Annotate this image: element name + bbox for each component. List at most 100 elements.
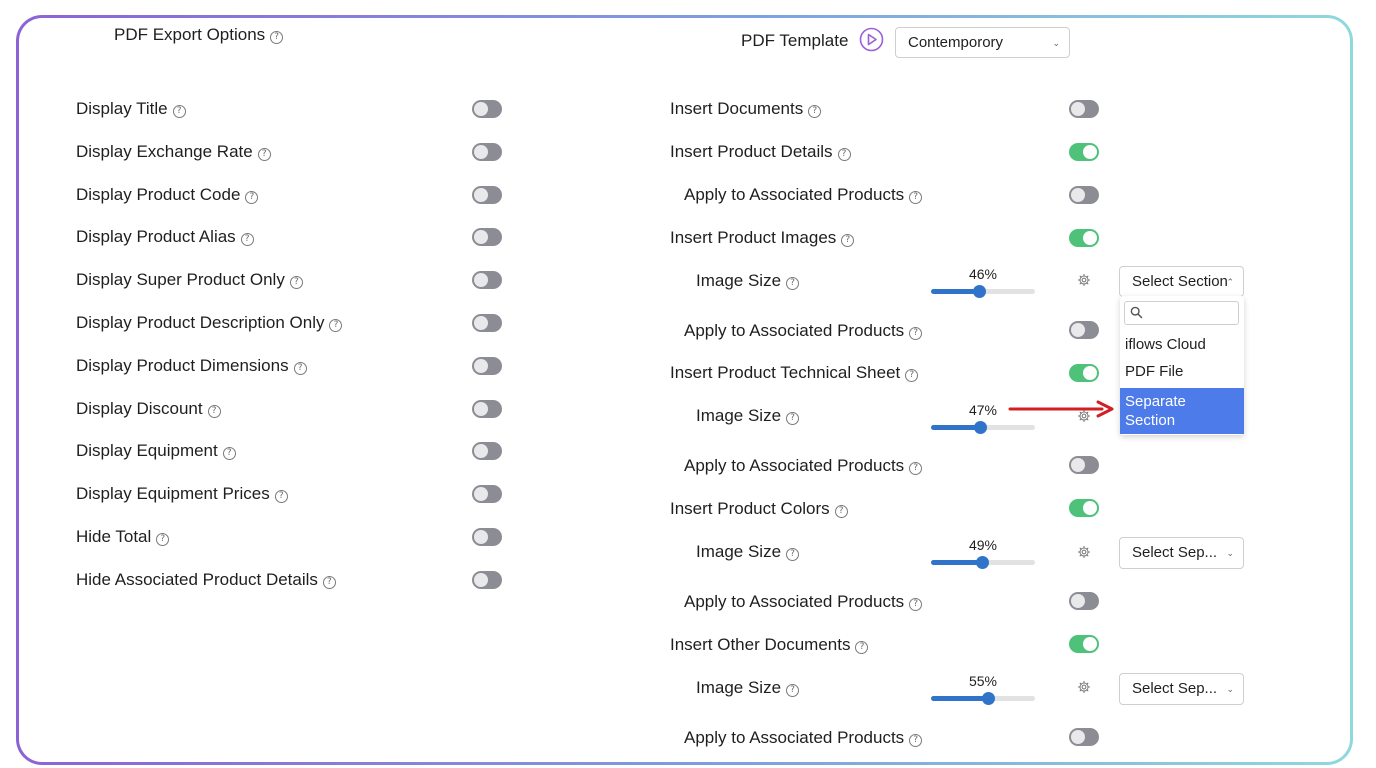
help-icon[interactable]: ? xyxy=(222,447,236,461)
search-icon xyxy=(1130,306,1143,319)
help-icon[interactable]: ? xyxy=(172,105,186,118)
slider-thumb[interactable] xyxy=(975,556,989,569)
insert-technical-sheet-toggle[interactable] xyxy=(1069,364,1099,382)
slider-thumb[interactable] xyxy=(972,285,986,298)
hide-total-toggle[interactable] xyxy=(472,528,502,546)
help-icon[interactable]: ? xyxy=(909,327,923,340)
help-icon[interactable]: ? xyxy=(786,684,800,697)
display-product-alias-label: Display Product Alias? xyxy=(76,227,254,247)
help-icon[interactable]: ? xyxy=(274,490,288,504)
dropdown-option-pdf-file[interactable]: PDF File xyxy=(1125,363,1183,380)
chevron-down-icon: ⌄ xyxy=(1052,38,1060,48)
help-icon[interactable]: ? xyxy=(855,641,869,654)
help-icon[interactable]: ? xyxy=(808,105,822,118)
help-icon[interactable]: ? xyxy=(245,190,259,204)
apply-associated-toggle[interactable] xyxy=(1069,592,1099,610)
chevron-down-icon: ⌄ xyxy=(1226,548,1234,558)
help-icon[interactable]: ? xyxy=(909,598,923,611)
help-icon[interactable]: ? xyxy=(834,505,848,518)
help-icon[interactable]: ? xyxy=(909,191,923,204)
display-equipment-prices-toggle[interactable] xyxy=(472,485,502,504)
apply-associated-label: Apply to Associated Products? xyxy=(684,592,923,612)
image-size-value: 47% xyxy=(968,402,998,418)
display-discount-toggle[interactable] xyxy=(472,399,502,418)
display-exchange-rate-toggle[interactable] xyxy=(472,142,502,161)
help-icon[interactable]: ? xyxy=(786,548,800,561)
apply-associated-label: Apply to Associated Products? xyxy=(684,185,923,205)
chevron-up-icon: ⌃ xyxy=(1226,277,1234,287)
help-icon[interactable]: ? xyxy=(329,319,343,332)
play-icon[interactable] xyxy=(859,27,884,52)
help-icon[interactable]: ? xyxy=(786,412,800,425)
image-size-slider[interactable] xyxy=(931,690,1035,706)
help-icon[interactable]: ? xyxy=(837,148,851,161)
gear-icon[interactable] xyxy=(1077,545,1091,559)
insert-technical-sheet-label: Insert Product Technical Sheet? xyxy=(670,363,919,383)
help-icon[interactable]: ? xyxy=(841,234,855,247)
help-icon[interactable]: ? xyxy=(905,369,919,382)
chevron-down-icon: ⌄ xyxy=(1226,684,1234,694)
display-super-product-only-label: Display Super Product Only? xyxy=(76,270,303,290)
display-product-dimensions-toggle[interactable] xyxy=(472,356,502,375)
slider-thumb[interactable] xyxy=(973,421,987,434)
help-icon[interactable]: ? xyxy=(909,462,923,475)
apply-associated-label: Apply to Associated Products? xyxy=(684,456,923,476)
insert-product-images-toggle[interactable] xyxy=(1069,229,1099,247)
pdf-export-options-title: PDF Export Options? xyxy=(114,25,284,45)
insert-product-colors-toggle[interactable] xyxy=(1069,499,1099,517)
section-select[interactable]: Select Sep... ⌄ xyxy=(1119,537,1244,569)
display-equipment-toggle[interactable] xyxy=(472,442,502,461)
display-title-toggle[interactable] xyxy=(472,100,502,118)
dropdown-option-iflows-cloud[interactable]: iflows Cloud xyxy=(1125,336,1206,353)
hide-associated-product-details-toggle[interactable] xyxy=(472,570,502,589)
display-product-dimensions-label: Display Product Dimensions? xyxy=(76,356,307,376)
insert-other-documents-label: Insert Other Documents? xyxy=(670,635,869,655)
display-product-description-only-label: Display Product Description Only? xyxy=(76,313,343,333)
image-size-label: Image Size? xyxy=(696,406,800,426)
help-icon[interactable]: ? xyxy=(289,276,303,290)
display-product-code-toggle[interactable] xyxy=(472,185,502,204)
slider-thumb[interactable] xyxy=(982,692,996,705)
gear-icon[interactable] xyxy=(1077,680,1091,694)
display-product-alias-toggle[interactable] xyxy=(472,228,502,247)
pdf-template-select[interactable]: Contemporory ⌄ xyxy=(895,27,1070,58)
display-exchange-rate-label: Display Exchange Rate? xyxy=(76,142,271,162)
help-icon[interactable]: ? xyxy=(909,734,923,747)
insert-documents-label: Insert Documents? xyxy=(670,99,822,119)
image-size-slider[interactable] xyxy=(931,419,1035,435)
section-dropdown-menu: iflows Cloud PDF File Separate Section xyxy=(1120,296,1244,435)
section-select[interactable]: Select Sep... ⌄ xyxy=(1119,673,1244,705)
insert-product-details-toggle[interactable] xyxy=(1069,143,1099,161)
help-icon[interactable]: ? xyxy=(322,575,336,589)
hide-total-label: Hide Total? xyxy=(76,527,170,547)
apply-associated-toggle[interactable] xyxy=(1069,456,1099,474)
help-icon[interactable]: ? xyxy=(293,361,307,375)
display-product-description-only-toggle[interactable] xyxy=(472,314,502,332)
display-title-label: Display Title? xyxy=(76,99,186,119)
section-select-open[interactable]: Select Section ⌃ xyxy=(1119,266,1244,297)
image-size-value: 55% xyxy=(968,673,998,689)
dropdown-option-separate-section[interactable]: Separate Section xyxy=(1120,388,1244,434)
apply-associated-toggle[interactable] xyxy=(1069,186,1099,204)
help-icon[interactable]: ? xyxy=(786,277,800,290)
apply-associated-toggle[interactable] xyxy=(1069,728,1099,746)
help-icon[interactable]: ? xyxy=(270,31,284,44)
dropdown-search-input[interactable] xyxy=(1124,301,1239,325)
gear-icon[interactable] xyxy=(1077,273,1091,287)
image-size-label: Image Size? xyxy=(696,678,800,698)
help-icon[interactable]: ? xyxy=(156,533,170,546)
insert-product-images-label: Insert Product Images? xyxy=(670,228,855,248)
display-super-product-only-toggle[interactable] xyxy=(472,271,502,290)
pdf-template-label: PDF Template xyxy=(741,31,849,50)
image-size-value: 49% xyxy=(968,537,998,553)
insert-documents-toggle[interactable] xyxy=(1069,100,1099,118)
apply-associated-toggle[interactable] xyxy=(1069,321,1099,339)
image-size-slider[interactable] xyxy=(931,554,1035,570)
help-icon[interactable]: ? xyxy=(240,233,254,247)
insert-other-documents-toggle[interactable] xyxy=(1069,635,1099,653)
apply-associated-label: Apply to Associated Products? xyxy=(684,321,923,341)
help-icon[interactable]: ? xyxy=(257,147,271,161)
annotation-arrow xyxy=(1008,400,1114,418)
image-size-slider[interactable] xyxy=(931,283,1035,299)
help-icon[interactable]: ? xyxy=(207,404,221,418)
